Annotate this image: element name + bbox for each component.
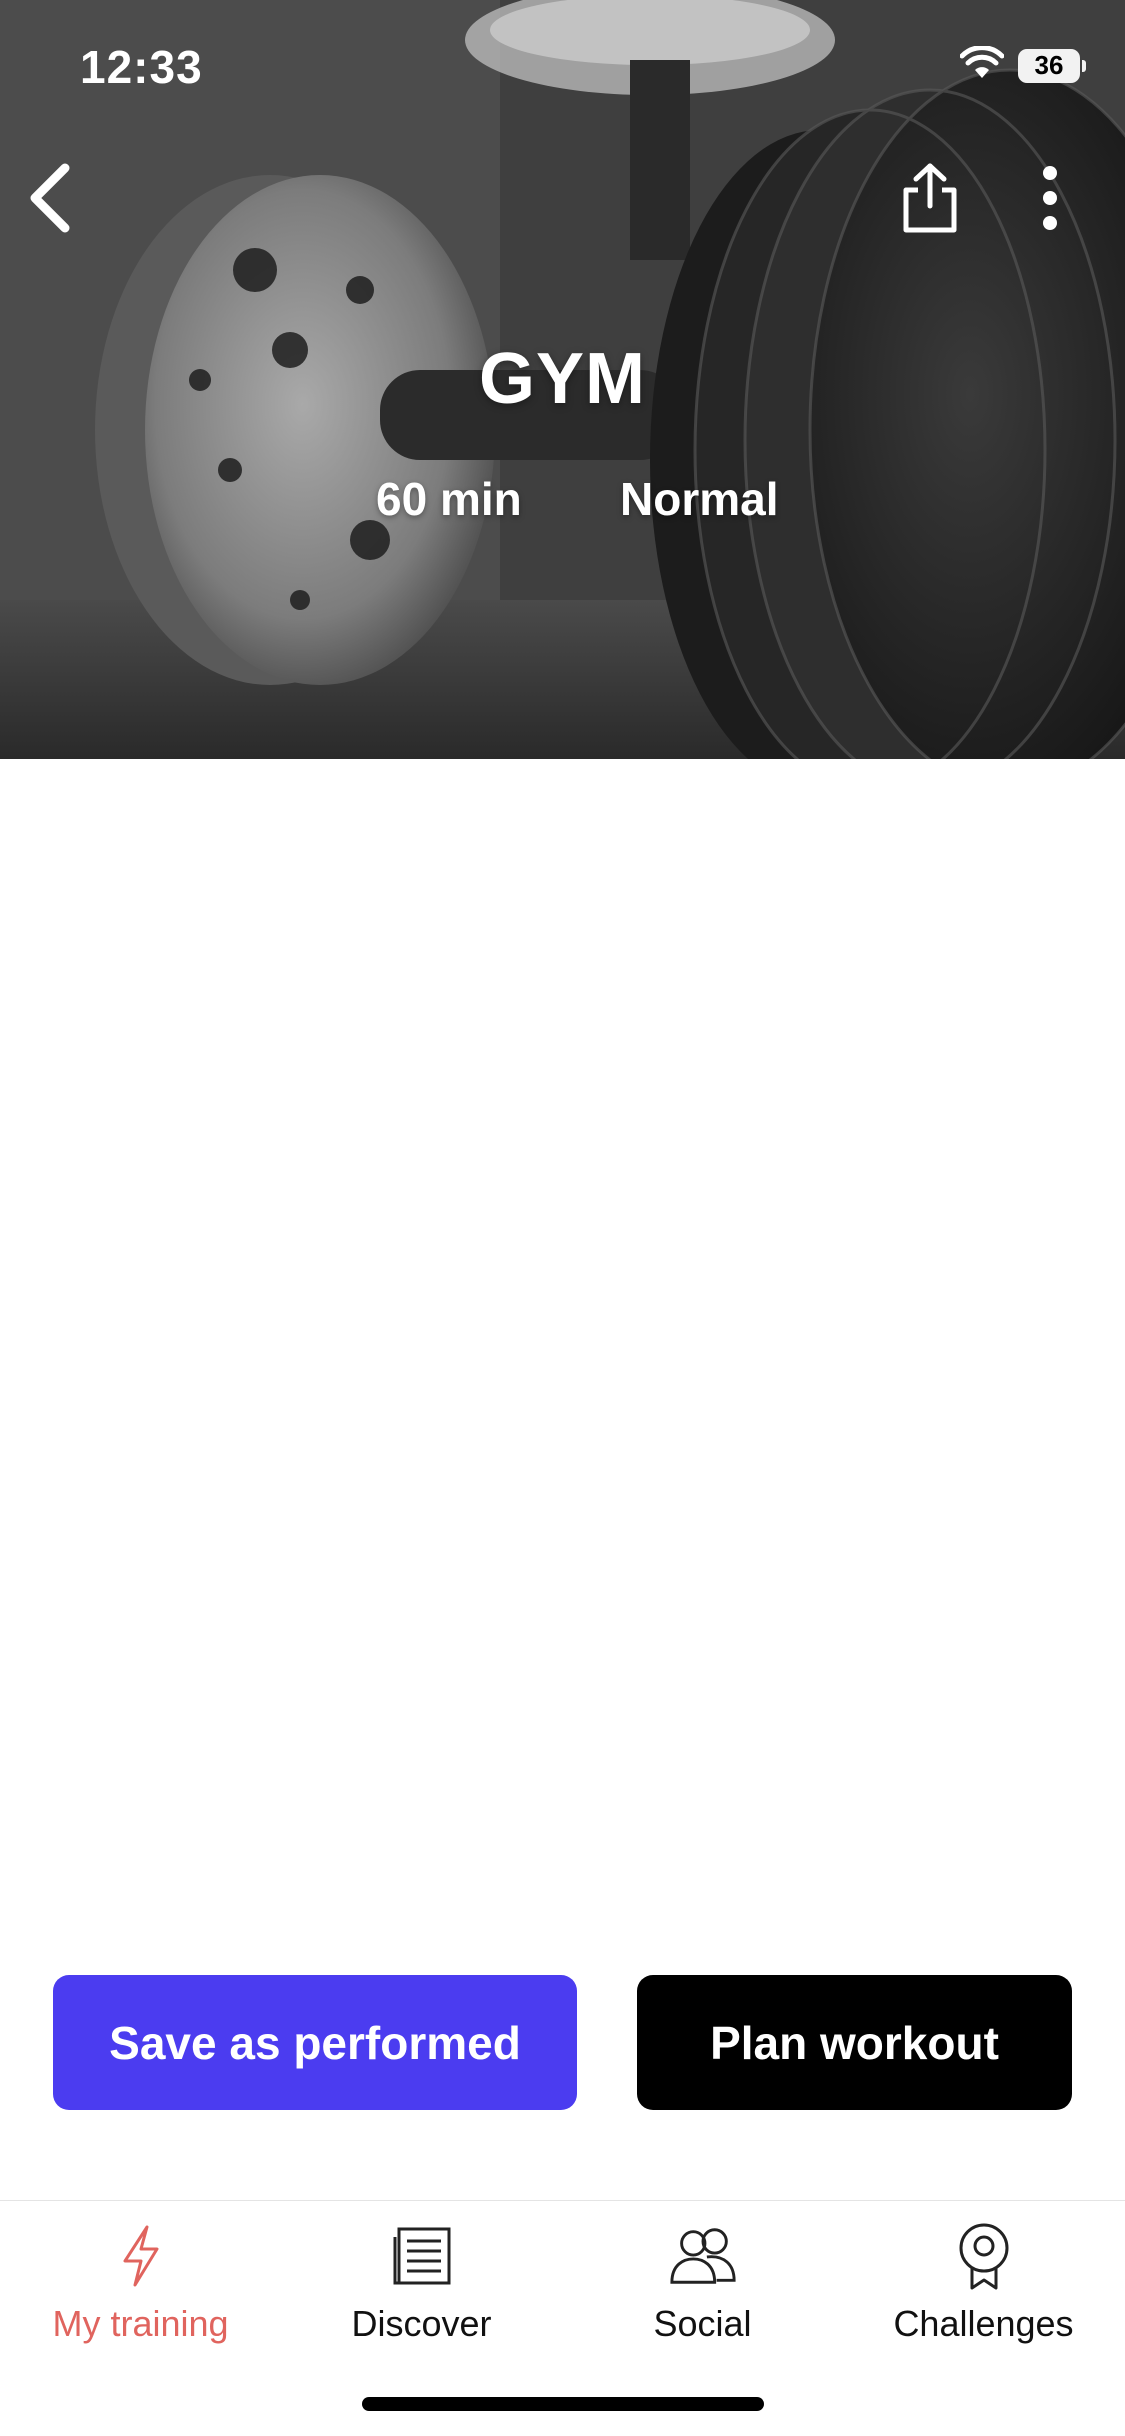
tab-my-training[interactable]: My training	[0, 2221, 281, 2371]
save-as-performed-button[interactable]: Save as performed	[53, 1975, 577, 2110]
tab-label: Social	[653, 2303, 752, 2344]
home-indicator	[362, 2397, 764, 2411]
battery-icon: 36	[1018, 48, 1086, 83]
workout-title: GYM	[478, 339, 646, 419]
tab-label: Discover	[351, 2303, 492, 2344]
lightning-icon	[106, 2221, 176, 2291]
wifi-icon	[959, 45, 1005, 85]
news-icon	[387, 2221, 457, 2291]
plan-workout-button[interactable]: Plan workout	[637, 1975, 1072, 2110]
tab-label: My training	[52, 2303, 229, 2344]
share-icon	[900, 162, 960, 239]
more-vertical-icon	[1040, 165, 1060, 236]
tab-label: Challenges	[893, 2303, 1074, 2344]
status-time: 12:33	[80, 41, 203, 93]
tab-challenges[interactable]: Challenges	[843, 2221, 1124, 2371]
workout-detail-screen: 12:33 36 GYM 60 min Normal Save as perfo…	[0, 0, 1125, 2436]
back-button[interactable]	[20, 155, 80, 245]
workout-duration: 60 min	[376, 473, 522, 525]
tab-discover[interactable]: Discover	[281, 2221, 562, 2371]
people-icon	[668, 2221, 738, 2291]
hero-image: 12:33 36 GYM 60 min Normal	[0, 0, 1125, 759]
status-indicators: 36	[959, 45, 1086, 85]
tab-social[interactable]: Social	[562, 2221, 843, 2371]
share-button[interactable]	[895, 160, 965, 240]
more-button[interactable]	[1030, 160, 1070, 240]
chevron-left-icon	[25, 163, 75, 238]
workout-level: Normal	[620, 473, 779, 525]
medal-icon	[949, 2221, 1019, 2291]
